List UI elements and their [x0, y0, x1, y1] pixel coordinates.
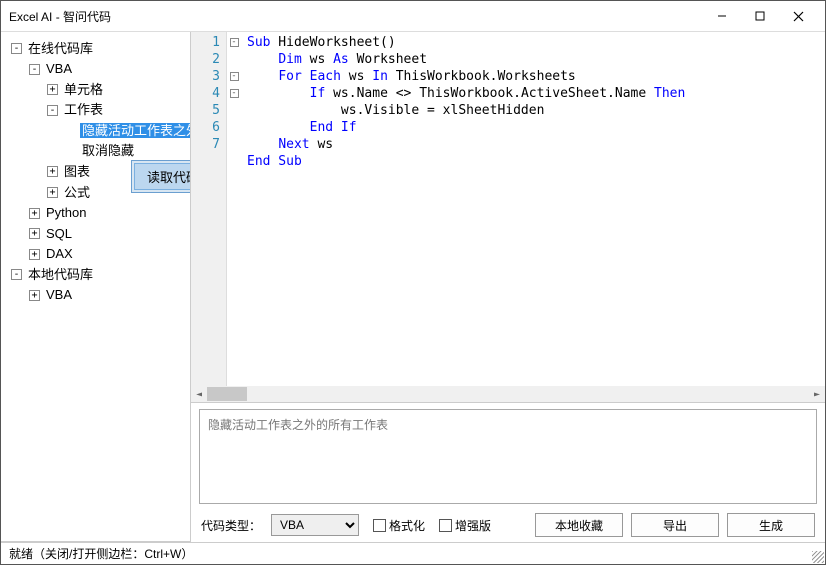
titlebar: Excel AI - 智问代码	[1, 1, 825, 31]
tree-node-python[interactable]: Python	[44, 205, 88, 220]
tree-node-sql[interactable]: SQL	[44, 226, 74, 241]
minimize-button[interactable]	[703, 1, 741, 31]
tree-item-unhide[interactable]: 取消隐藏	[80, 143, 136, 158]
status-text: 就绪（关闭/打开侧边栏：Ctrl+W）	[9, 545, 193, 562]
fold-toggle[interactable]: -	[230, 72, 239, 81]
tree-node-online[interactable]: 在线代码库	[26, 41, 95, 56]
scroll-left-icon[interactable]: ◄	[191, 386, 207, 402]
fold-column: - - -	[227, 32, 241, 402]
tree-toggle[interactable]: -	[11, 43, 22, 54]
generate-button[interactable]: 生成	[727, 513, 815, 537]
tree-node-chart[interactable]: 图表	[62, 164, 92, 179]
maximize-button[interactable]	[741, 1, 779, 31]
code-content: Sub HideWorksheet() Dim ws As Worksheet …	[241, 32, 825, 402]
enhance-checkbox[interactable]: 增强版	[439, 517, 491, 534]
tree-toggle[interactable]: +	[47, 187, 58, 198]
tree-toggle[interactable]: +	[47, 166, 58, 177]
export-button[interactable]: 导出	[631, 513, 719, 537]
format-checkbox[interactable]: 格式化	[373, 517, 425, 534]
tree-toggle[interactable]: -	[29, 64, 40, 75]
code-type-select[interactable]: VBA	[271, 514, 359, 536]
description-box[interactable]: 隐藏活动工作表之外的所有工作表	[199, 409, 817, 504]
tree-toggle[interactable]: +	[47, 84, 58, 95]
line-gutter: 1234567	[191, 32, 227, 402]
tree-node-cell[interactable]: 单元格	[62, 82, 105, 97]
tree-toggle[interactable]: +	[29, 208, 40, 219]
fold-toggle[interactable]: -	[230, 89, 239, 98]
tree-node-dax[interactable]: DAX	[44, 246, 75, 261]
tree-node-formula[interactable]: 公式	[62, 185, 92, 200]
tree-node-sheet[interactable]: 工作表	[62, 102, 105, 117]
tree-node-local[interactable]: 本地代码库	[26, 267, 95, 282]
sidebar-tree: -在线代码库 -VBA +单元格 -工作表 隐藏活动工作表之外 取消隐藏	[1, 32, 191, 542]
status-bar: 就绪（关闭/打开侧边栏：Ctrl+W）	[1, 542, 825, 564]
tree-toggle[interactable]: +	[29, 290, 40, 301]
code-editor[interactable]: 1234567 - - - Sub HideWorksheet() Dim ws…	[191, 32, 825, 403]
context-menu-read-code[interactable]: 读取代码	[134, 163, 191, 190]
tree-node-local-vba[interactable]: VBA	[44, 287, 74, 302]
window-title: Excel AI - 智问代码	[9, 8, 703, 25]
horizontal-scrollbar[interactable]: ◄ ►	[191, 386, 825, 402]
favorite-button[interactable]: 本地收藏	[535, 513, 623, 537]
scroll-right-icon[interactable]: ►	[809, 386, 825, 402]
close-button[interactable]	[779, 1, 817, 31]
bottom-toolbar: 代码类型： VBA 格式化 增强版 本地收藏 导出 生成	[191, 508, 825, 542]
tree-toggle[interactable]: +	[29, 249, 40, 260]
tree-toggle[interactable]: -	[11, 269, 22, 280]
code-type-label: 代码类型：	[201, 517, 261, 534]
context-menu: 读取代码	[131, 160, 191, 193]
tree-toggle[interactable]: -	[47, 105, 58, 116]
tree-node-vba[interactable]: VBA	[44, 61, 74, 76]
tree-item-hide-others[interactable]: 隐藏活动工作表之外	[80, 123, 191, 138]
fold-toggle[interactable]: -	[230, 38, 239, 47]
tree-toggle[interactable]: +	[29, 228, 40, 239]
scroll-thumb[interactable]	[207, 387, 247, 401]
